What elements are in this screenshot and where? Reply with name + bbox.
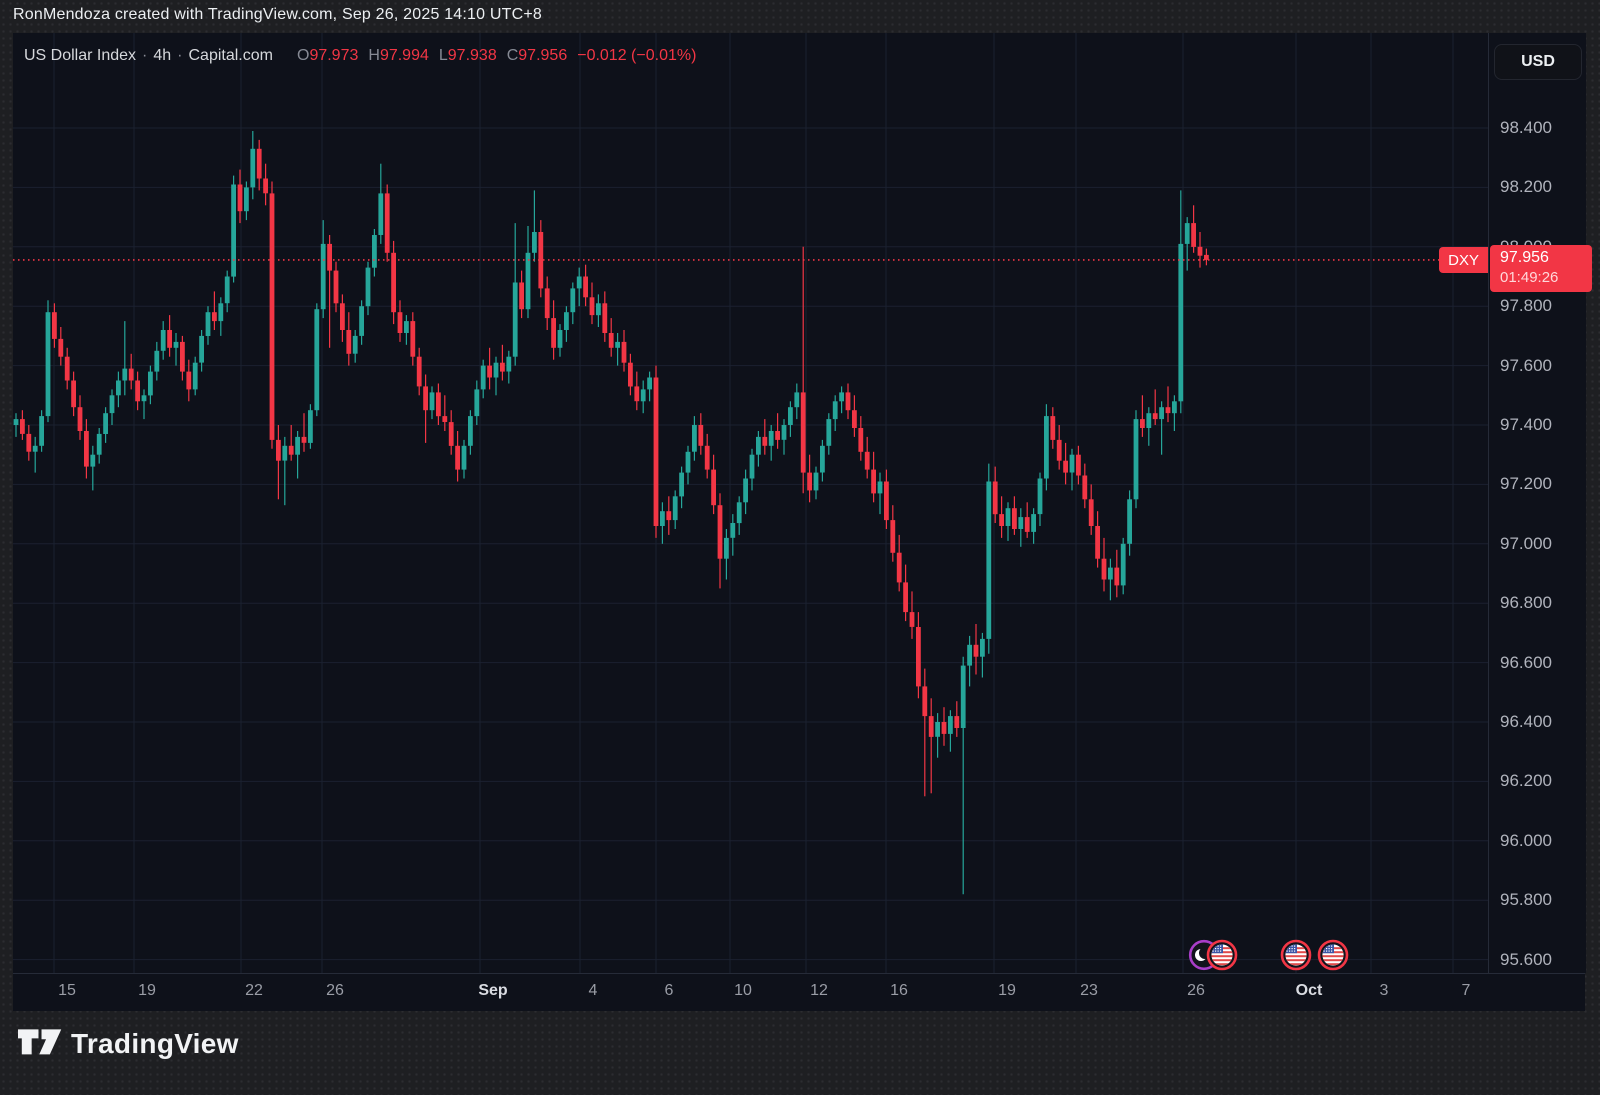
bar-countdown: 01:49:26 [1500, 268, 1592, 288]
time-tick-label: 4 [563, 982, 623, 1000]
low-label: L [439, 47, 448, 64]
legend-separator: · [136, 47, 153, 64]
price-tick-label: 95.800 [1500, 890, 1552, 910]
time-tick-label: 16 [869, 982, 929, 1000]
price-tick-label: 95.600 [1500, 950, 1552, 970]
time-tick-label: Oct [1279, 982, 1339, 1000]
time-tick-label: 10 [713, 982, 773, 1000]
us-flag-icon[interactable] [1317, 939, 1349, 976]
time-tick-label: 26 [305, 982, 365, 1000]
tradingview-chart-page: RonMendoza created with TradingView.com,… [0, 0, 1600, 1095]
time-tick-label: 12 [789, 982, 849, 1000]
price-tick-label: 97.200 [1500, 474, 1552, 494]
close-value: 97.956 [518, 47, 567, 64]
price-tick-label: 96.200 [1500, 771, 1552, 791]
symbol-legend[interactable]: US Dollar Index·4h·Capital.comO97.973H97… [24, 47, 696, 65]
currency-toggle-button[interactable]: USD [1494, 44, 1582, 80]
price-tick-label: 97.800 [1500, 296, 1552, 316]
legend-separator: · [171, 47, 188, 64]
last-price-value: 97.956 [1500, 248, 1592, 268]
close-label: C [507, 47, 519, 64]
us-flag-icon[interactable] [1280, 939, 1312, 976]
time-tick-label: 23 [1059, 982, 1119, 1000]
price-tick-label: 96.400 [1500, 712, 1552, 732]
time-tick-label: 19 [977, 982, 1037, 1000]
high-label: H [368, 47, 380, 64]
exchange-label[interactable]: Capital.com [189, 47, 273, 64]
tradingview-branding[interactable]: TradingView [18, 1028, 239, 1060]
price-plot[interactable] [13, 33, 1488, 973]
interval-label[interactable]: 4h [153, 47, 171, 64]
symbol-price-line-tag: DXY [1439, 247, 1488, 273]
symbol-title[interactable]: US Dollar Index [24, 47, 136, 64]
time-axis[interactable]: 15 19 22 26 Sep 46 10 12 16 19 23 26 Oct 3 7 [13, 973, 1585, 1011]
high-value: 97.994 [380, 47, 429, 64]
price-tick-label: 97.600 [1500, 356, 1552, 376]
chart-panel: US Dollar Index·4h·Capital.comO97.973H97… [13, 33, 1585, 1010]
price-tick-label: 96.000 [1500, 831, 1552, 851]
low-value: 97.938 [448, 47, 497, 64]
price-tick-label: 96.600 [1500, 653, 1552, 673]
price-tick-label: 98.200 [1500, 177, 1552, 197]
open-value: 97.973 [309, 47, 358, 64]
time-tick-label: 15 [37, 982, 97, 1000]
us-flag-icon[interactable] [1206, 939, 1238, 976]
time-tick-label: 7 [1436, 982, 1496, 1000]
tradingview-logo-text: TradingView [71, 1028, 239, 1060]
time-tick-label: 22 [224, 982, 284, 1000]
open-label: O [297, 47, 309, 64]
ohlc-values: O97.973 H97.994 L97.938 C97.956 −0.012 (−0.0… [287, 47, 696, 64]
price-tick-label: 98.400 [1500, 118, 1552, 138]
time-tick-label: 3 [1354, 982, 1414, 1000]
time-tick-label: 26 [1166, 982, 1226, 1000]
price-axis[interactable]: USD 97.956 01:49:26 98.40098.20098.00097… [1488, 33, 1586, 973]
tradingview-logo-icon [18, 1029, 62, 1060]
time-tick-label: 19 [117, 982, 177, 1000]
watermark-attribution: RonMendoza created with TradingView.com,… [13, 6, 542, 24]
price-tick-label: 97.400 [1500, 415, 1552, 435]
price-tick-label: 97.000 [1500, 534, 1552, 554]
price-tick-label: 96.800 [1500, 593, 1552, 613]
last-price-axis-label: 97.956 01:49:26 [1490, 245, 1592, 292]
change-value: −0.012 (−0.01%) [577, 47, 696, 64]
time-tick-label: 6 [639, 982, 699, 1000]
time-tick-label: Sep [463, 982, 523, 1000]
